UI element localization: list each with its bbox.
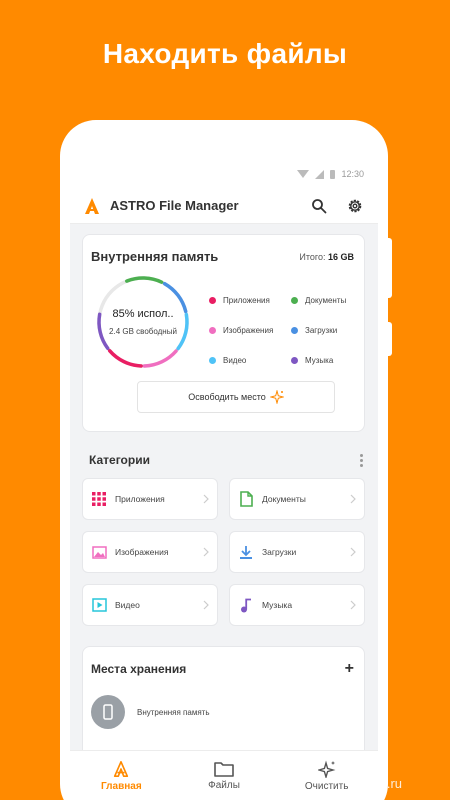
astro-logo-icon — [85, 197, 99, 214]
app-screen: 12:30 ASTRO File Manager Внутренняя памя… — [70, 160, 378, 800]
phone-side-button — [386, 238, 392, 298]
more-vert-icon[interactable] — [360, 453, 363, 467]
bottom-nav: Главная Файлы Очистить — [70, 750, 378, 800]
status-time: 12:30 — [341, 169, 364, 179]
legend-dot — [209, 326, 216, 334]
music-icon — [238, 597, 254, 613]
legend-item-video: Видео — [209, 350, 291, 370]
chevron-right-icon — [203, 600, 209, 610]
legend-dot — [209, 356, 216, 364]
folder-icon — [214, 761, 234, 777]
promo-title: Находить файлы — [102, 38, 348, 69]
storage-card[interactable]: Внутренняя память Итого: 16 GB 85% испол… — [82, 234, 365, 432]
storage-title: Внутренняя память — [91, 249, 219, 264]
legend-label: Музыка — [305, 355, 334, 365]
storage-used-text: 85% испол.. — [112, 308, 174, 320]
storage-total: Итого: 16 GB — [299, 252, 354, 262]
category-label: Приложения — [115, 494, 165, 504]
phone-icon — [91, 695, 125, 729]
free-space-button[interactable]: Освободить место — [137, 381, 335, 413]
category-label: Загрузки — [262, 547, 297, 557]
categories-title: Категории — [89, 453, 150, 467]
legend-label: Загрузки — [305, 325, 338, 335]
legend-label: Изображения — [223, 325, 274, 335]
legend-dot — [209, 296, 216, 304]
legend-label: Приложения — [223, 295, 270, 305]
download-icon — [238, 544, 254, 560]
legend-dot — [291, 326, 298, 334]
storage-total-label: Итого: — [299, 251, 326, 262]
categories-grid: Приложения Документы Изображения Загрузк… — [82, 478, 365, 626]
document-icon — [238, 491, 254, 507]
app-bar: ASTRO File Manager — [70, 188, 378, 224]
nav-label: Очистить — [304, 780, 349, 792]
category-images[interactable]: Изображения — [82, 531, 218, 573]
watermark: klad.ru — [363, 776, 403, 791]
category-label: Видео — [115, 600, 140, 610]
chevron-right-icon — [203, 547, 209, 557]
storage-usage-donut: 85% испол.. 2.4 GB свободный — [95, 274, 191, 370]
place-label: Внутренняя память — [137, 707, 210, 717]
nav-files[interactable]: Файлы — [173, 751, 276, 800]
legend-item-images: Изображения — [209, 320, 291, 340]
category-label: Документы — [262, 494, 306, 504]
battery-icon — [330, 169, 336, 179]
legend-item-documents: Документы — [291, 290, 361, 310]
legend-label: Видео — [223, 355, 247, 365]
chevron-right-icon — [350, 494, 356, 504]
chevron-right-icon — [350, 547, 356, 557]
chevron-right-icon — [203, 494, 209, 504]
wifi-icon — [297, 170, 310, 178]
categories-header: Категории — [89, 452, 363, 468]
category-label: Музыка — [262, 600, 293, 610]
main-content: Внутренняя память Итого: 16 GB 85% испол… — [70, 224, 378, 766]
category-documents[interactable]: Документы — [229, 478, 365, 520]
storage-places-card: Места хранения + Внутренняя память — [82, 646, 365, 766]
gear-icon[interactable] — [344, 195, 366, 217]
storage-total-value: 16 GB — [327, 251, 354, 262]
storage-legend: Приложения Документы Изображения Загрузк… — [209, 290, 361, 370]
category-apps[interactable]: Приложения — [82, 478, 218, 520]
sparkle-icon — [317, 760, 336, 778]
apps-grid-icon — [91, 491, 107, 507]
nav-label: Файлы — [208, 779, 240, 791]
category-video[interactable]: Видео — [82, 584, 218, 626]
legend-item-music: Музыка — [291, 350, 361, 370]
nav-label: Главная — [101, 780, 142, 792]
video-icon — [91, 597, 107, 613]
legend-item-downloads: Загрузки — [291, 320, 361, 340]
phone-side-button — [386, 322, 392, 356]
astro-logo-icon — [114, 760, 129, 777]
place-internal-storage[interactable]: Внутренняя память — [91, 695, 354, 729]
category-downloads[interactable]: Загрузки — [229, 531, 365, 573]
sparkle-icon — [269, 390, 284, 404]
app-title: ASTRO File Manager — [110, 198, 239, 213]
category-label: Изображения — [115, 547, 169, 557]
chevron-right-icon — [350, 600, 356, 610]
status-bar: 12:30 — [70, 160, 378, 188]
legend-dot — [291, 296, 298, 304]
nav-home[interactable]: Главная — [70, 751, 173, 800]
storage-free-text: 2.4 GB свободный — [109, 327, 177, 336]
add-location-button[interactable]: + — [345, 661, 354, 677]
image-icon — [91, 544, 107, 560]
legend-item-apps: Приложения — [209, 290, 291, 310]
signal-icon — [315, 169, 325, 179]
free-space-label: Освободить место — [188, 392, 266, 402]
category-music[interactable]: Музыка — [229, 584, 365, 626]
search-icon[interactable] — [308, 195, 330, 217]
places-title: Места хранения — [91, 662, 187, 676]
legend-label: Документы — [305, 295, 347, 305]
legend-dot — [291, 356, 298, 364]
